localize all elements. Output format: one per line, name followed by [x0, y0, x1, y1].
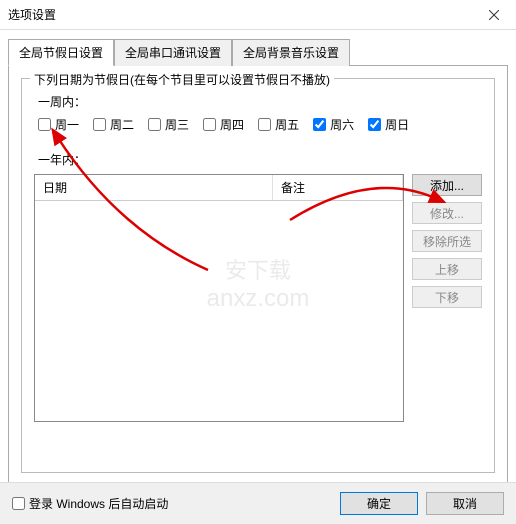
- window-title: 选项设置: [8, 6, 56, 23]
- holiday-groupbox: 下列日期为节假日(在每个节目里可以设置节假日不播放) 一周内： 周一 周二 周三…: [21, 78, 495, 473]
- date-listview[interactable]: 日期 备注: [34, 174, 404, 422]
- close-icon: [489, 10, 499, 20]
- ok-button[interactable]: 确定: [340, 492, 418, 515]
- tab-bar: 全局节假日设置 全局串口通讯设置 全局背景音乐设置: [8, 38, 508, 66]
- table-wrap: 日期 备注 添加... 修改... 移除所选 上移 下移: [34, 174, 482, 422]
- side-buttons: 添加... 修改... 移除所选 上移 下移: [412, 174, 482, 422]
- chk-sun-input[interactable]: [368, 118, 381, 131]
- chk-mon[interactable]: 周一: [38, 116, 79, 133]
- moveup-button[interactable]: 上移: [412, 258, 482, 280]
- tab-holiday[interactable]: 全局节假日设置: [8, 39, 114, 66]
- chk-thu-input[interactable]: [203, 118, 216, 131]
- chk-autostart[interactable]: 登录 Windows 后自动启动: [12, 495, 168, 512]
- week-row: 周一 周二 周三 周四 周五 周六 周日: [38, 116, 482, 133]
- col-note[interactable]: 备注: [273, 175, 403, 200]
- chk-wed-input[interactable]: [148, 118, 161, 131]
- tab-music[interactable]: 全局背景音乐设置: [232, 39, 350, 66]
- chk-autostart-input[interactable]: [12, 497, 25, 510]
- add-button[interactable]: 添加...: [412, 174, 482, 196]
- remove-button[interactable]: 移除所选: [412, 230, 482, 252]
- chk-sun[interactable]: 周日: [368, 116, 409, 133]
- cancel-button[interactable]: 取消: [426, 492, 504, 515]
- close-button[interactable]: [471, 0, 516, 30]
- bottom-bar: 登录 Windows 后自动启动 确定 取消: [0, 482, 516, 524]
- year-label: 一年内：: [38, 151, 482, 168]
- chk-fri[interactable]: 周五: [258, 116, 299, 133]
- movedown-button[interactable]: 下移: [412, 286, 482, 308]
- col-date[interactable]: 日期: [35, 175, 273, 200]
- edit-button[interactable]: 修改...: [412, 202, 482, 224]
- bottom-buttons: 确定 取消: [340, 492, 504, 515]
- tab-serial[interactable]: 全局串口通讯设置: [114, 39, 232, 66]
- chk-tue-input[interactable]: [93, 118, 106, 131]
- chk-thu[interactable]: 周四: [203, 116, 244, 133]
- chk-sat[interactable]: 周六: [313, 116, 354, 133]
- chk-mon-input[interactable]: [38, 118, 51, 131]
- chk-sat-input[interactable]: [313, 118, 326, 131]
- groupbox-title: 下列日期为节假日(在每个节目里可以设置节假日不播放): [30, 71, 334, 88]
- tab-panel: 下列日期为节假日(在每个节目里可以设置节假日不播放) 一周内： 周一 周二 周三…: [8, 66, 508, 486]
- titlebar: 选项设置: [0, 0, 516, 30]
- week-label: 一周内：: [38, 93, 482, 110]
- listview-body[interactable]: [35, 201, 403, 421]
- listview-header: 日期 备注: [35, 175, 403, 201]
- chk-tue[interactable]: 周二: [93, 116, 134, 133]
- content-area: 全局节假日设置 全局串口通讯设置 全局背景音乐设置 下列日期为节假日(在每个节目…: [0, 30, 516, 486]
- chk-wed[interactable]: 周三: [148, 116, 189, 133]
- chk-fri-input[interactable]: [258, 118, 271, 131]
